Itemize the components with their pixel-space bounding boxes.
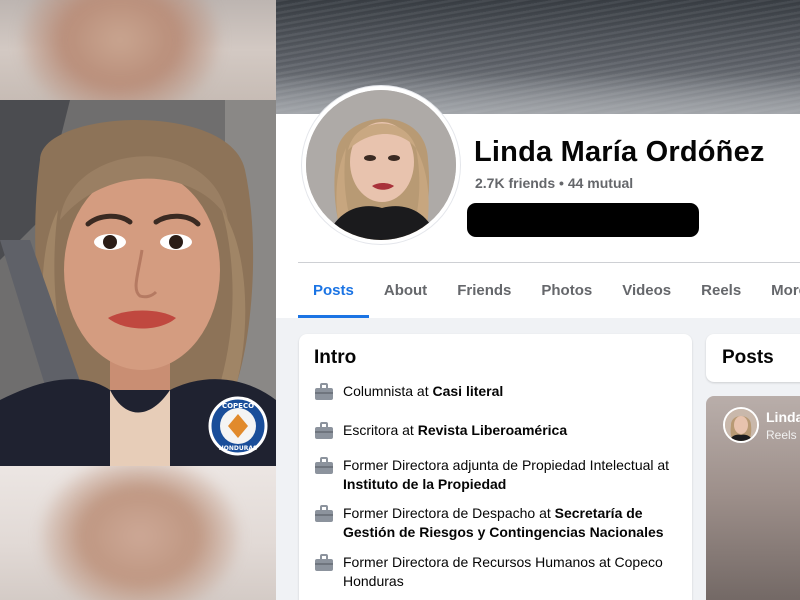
friends-count[interactable]: 2.7K friends • 44 mutual [475, 175, 633, 191]
intro-role: Former Directora de Recursos Humanos at … [343, 554, 663, 589]
photo-collage: COPECO HONDURAS [0, 0, 276, 600]
intro-org-link[interactable]: Casi literal [432, 383, 503, 399]
intro-item: Former Directora adjunta de Propiedad In… [314, 456, 684, 494]
tab-posts[interactable]: Posts [298, 263, 369, 318]
tab-label: Photos [541, 282, 593, 299]
profile-tabs: Posts About Friends Photos Videos Reels … [298, 263, 800, 318]
reel-author-avatar[interactable] [723, 407, 759, 443]
tab-label: Posts [313, 282, 354, 299]
intro-item-text: Former Directora de Despacho at Secretar… [343, 504, 684, 542]
profile-name: Linda María Ordóñez [474, 136, 765, 168]
intro-org-link[interactable]: Instituto de la Propiedad [343, 476, 506, 492]
selfie-illustration: COPECO HONDURAS [0, 100, 276, 466]
selfie-photo: COPECO HONDURAS [0, 100, 276, 466]
intro-title: Intro [314, 347, 357, 368]
reel-subtitle: Reels · [766, 428, 800, 442]
blurred-photo-bottom [0, 466, 276, 600]
intro-role: Escritora at [343, 422, 418, 438]
intro-org-link[interactable]: Revista Liberoamérica [418, 422, 567, 438]
tab-photos[interactable]: Photos [526, 263, 607, 318]
avatar-illustration [725, 409, 757, 441]
intro-item: Former Directora de Despacho at Secretar… [314, 504, 684, 542]
facebook-profile: Linda María Ordóñez 2.7K friends • 44 mu… [276, 0, 800, 600]
intro-item: Columnista at Casi literal [314, 382, 684, 401]
posts-card: Posts [706, 334, 800, 382]
intro-card: Intro Columnista at Casi literal Escrito… [299, 334, 692, 600]
briefcase-icon [315, 554, 333, 571]
intro-role: Former Directora de Despacho at [343, 505, 555, 521]
intro-item: Escritora at Revista Liberoamérica [314, 421, 684, 440]
briefcase-icon [315, 457, 333, 474]
intro-item-text: Former Directora de Recursos Humanos at … [343, 553, 684, 591]
tab-label: Friends [457, 282, 512, 299]
tab-label: About [383, 282, 428, 299]
avatar-illustration [306, 90, 456, 240]
tab-about[interactable]: About [369, 263, 442, 318]
intro-item-text: Columnista at Casi literal [343, 382, 503, 401]
tab-reels[interactable]: Reels [686, 263, 756, 318]
briefcase-icon [315, 505, 333, 522]
tab-friends[interactable]: Friends [442, 263, 526, 318]
redaction-bar [467, 203, 699, 237]
posts-title: Posts [722, 347, 774, 368]
reel-post-card[interactable]: Linda Reels · [706, 396, 800, 600]
badge-line1: COPECO [222, 402, 254, 410]
tab-label: Videos [622, 282, 672, 299]
intro-role: Columnista at [343, 383, 433, 399]
intro-item: Former Directora de Recursos Humanos at … [314, 553, 684, 591]
reel-author-name[interactable]: Linda [766, 409, 800, 425]
blurred-photo-top [0, 0, 276, 100]
profile-avatar[interactable] [302, 86, 460, 244]
tab-label: More [771, 282, 800, 299]
tab-label: Reels [701, 282, 742, 299]
briefcase-icon [315, 383, 333, 400]
intro-item-text: Former Directora adjunta de Propiedad In… [343, 456, 684, 494]
tab-videos[interactable]: Videos [607, 263, 686, 318]
briefcase-icon [315, 422, 333, 439]
intro-item-text: Escritora at Revista Liberoamérica [343, 421, 567, 440]
tab-more[interactable]: More▼ [756, 263, 800, 318]
badge-line2: HONDURAS [219, 445, 258, 452]
intro-role: Former Directora adjunta de Propiedad In… [343, 457, 670, 473]
